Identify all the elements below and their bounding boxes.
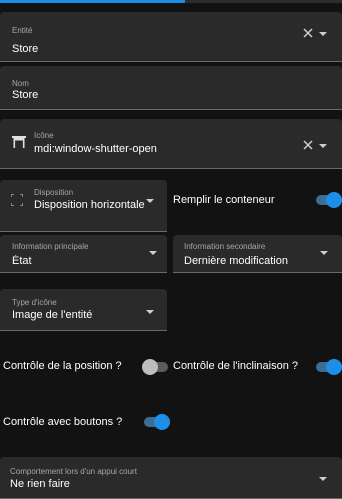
toggle-knob — [326, 359, 342, 375]
entity-value: Store — [12, 43, 39, 55]
secondary-info-select[interactable]: Information secondaire Dernière modifica… — [173, 235, 342, 273]
icon-type-value: Image de l'entité — [12, 309, 93, 321]
tap-action-value: Ne rien faire — [10, 478, 70, 490]
icon-picker[interactable]: Icône mdi:window-shutter-open — [0, 119, 342, 169]
icon-type-select[interactable]: Type d'icône Image de l'entité — [0, 289, 167, 331]
fill-container-toggle[interactable] — [314, 192, 342, 208]
toggle-knob — [142, 359, 158, 375]
position-control-toggle[interactable] — [142, 359, 170, 375]
chevron-down-icon[interactable] — [319, 32, 327, 36]
layout-icon — [11, 194, 23, 206]
buttons-control-label: Contrôle avec boutons ? — [3, 416, 123, 428]
entity-label: Entité — [12, 26, 33, 35]
chevron-down-icon[interactable] — [146, 310, 154, 314]
chevron-down-icon[interactable] — [320, 251, 328, 255]
icon-type-label: Type d'icône — [12, 298, 57, 307]
chevron-down-icon[interactable] — [149, 251, 157, 255]
toggle-knob — [154, 414, 170, 430]
primary-info-label: Information principale — [12, 242, 89, 251]
position-control-label: Contrôle de la position ? — [3, 360, 122, 372]
chevron-down-icon[interactable] — [319, 477, 327, 481]
secondary-info-label: Information secondaire — [184, 242, 266, 251]
layout-value: Disposition horizontale — [34, 199, 145, 211]
clear-icon[interactable] — [303, 28, 313, 38]
icon-label: Icône — [34, 131, 54, 140]
buttons-control-toggle[interactable] — [142, 414, 170, 430]
name-field[interactable]: Nom Store — [0, 66, 342, 110]
tilt-control-toggle[interactable] — [314, 359, 342, 375]
name-value: Store — [12, 89, 39, 101]
tilt-control-label: Contrôle de l'inclinaison ? — [173, 360, 299, 372]
icon-value: mdi:window-shutter-open — [34, 143, 157, 155]
toggle-knob — [326, 192, 342, 208]
primary-info-value: État — [12, 255, 32, 267]
clear-icon[interactable] — [303, 140, 313, 150]
window-shutter-open-icon — [12, 136, 26, 148]
primary-info-select[interactable]: Information principale État — [0, 235, 167, 273]
chevron-down-icon[interactable] — [319, 144, 327, 148]
chevron-down-icon[interactable] — [146, 199, 154, 203]
layout-label: Disposition — [34, 188, 74, 197]
layout-select[interactable]: Disposition Disposition horizontale — [0, 180, 167, 232]
fill-container-label: Remplir le conteneur — [173, 194, 275, 206]
tap-action-label: Comportement lors d'un appui court — [10, 467, 137, 476]
name-label: Nom — [12, 79, 29, 88]
tap-action-select[interactable]: Comportement lors d'un appui court Ne ri… — [0, 457, 342, 499]
secondary-info-value: Dernière modification — [184, 255, 288, 267]
entity-select[interactable]: Entité Store — [0, 12, 342, 62]
progress-bar — [0, 0, 185, 3]
progress-track — [0, 0, 342, 3]
